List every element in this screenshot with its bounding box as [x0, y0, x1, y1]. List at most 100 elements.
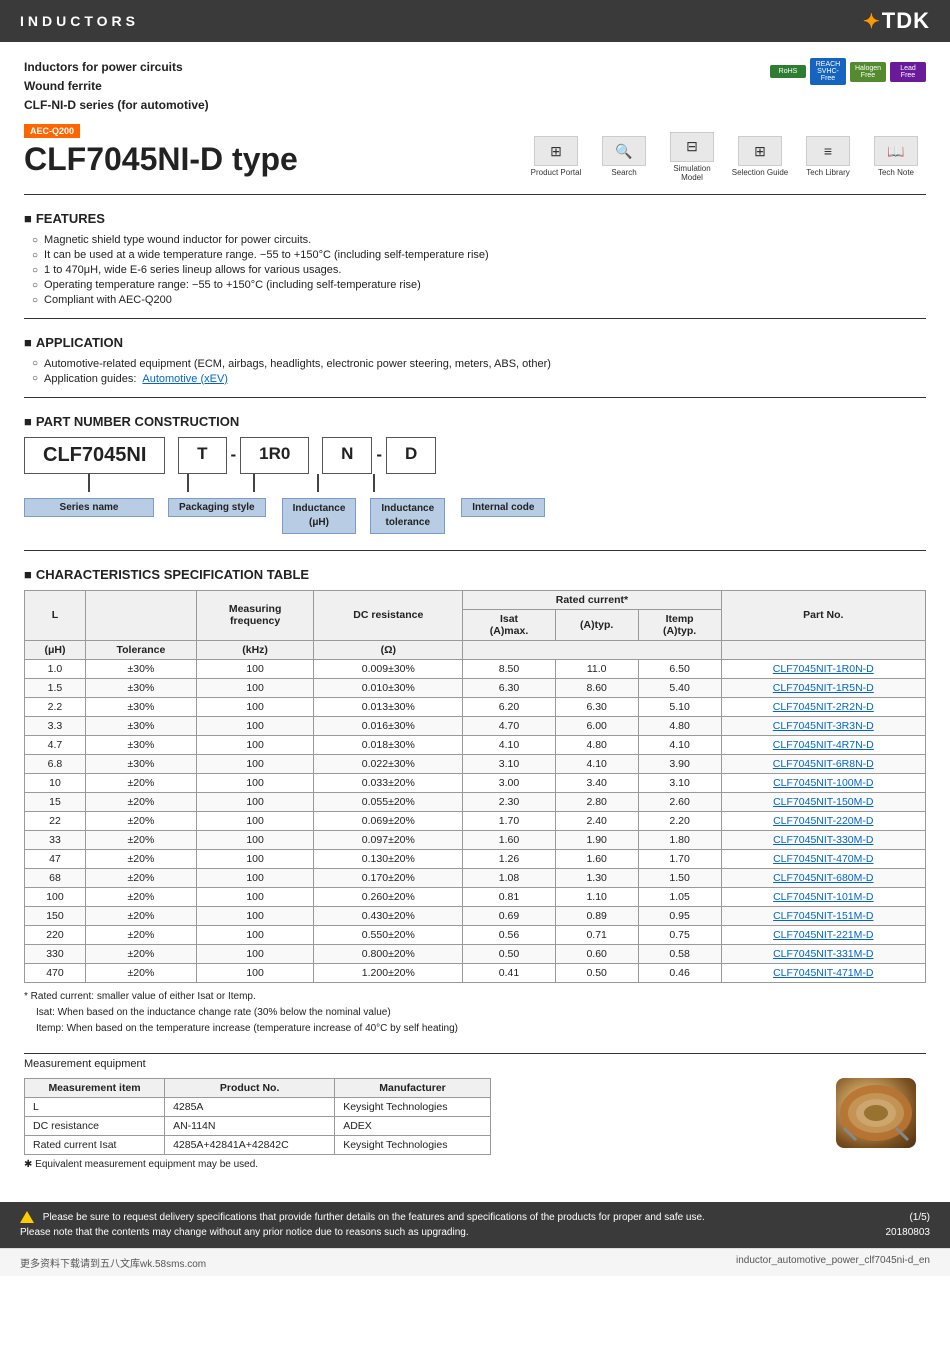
part-number-link[interactable]: CLF7045NIT-1R0N-D	[773, 663, 874, 675]
part-number-link[interactable]: CLF7045NIT-100M-D	[773, 777, 873, 789]
part-number-link[interactable]: CLF7045NIT-1R5N-D	[773, 682, 874, 694]
nav-tech-library[interactable]: ≡ Tech Library	[798, 136, 858, 177]
tdk-star-icon: ✦	[863, 9, 880, 34]
table-cell[interactable]: CLF7045NIT-4R7N-D	[721, 735, 925, 754]
part-number-link[interactable]: CLF7045NIT-151M-D	[773, 910, 873, 922]
table-row: 4.7±30%1000.018±30%4.104.804.10CLF7045NI…	[25, 735, 926, 754]
nav-tech-note[interactable]: 📖 Tech Note	[866, 136, 926, 177]
table-cell[interactable]: CLF7045NIT-470M-D	[721, 849, 925, 868]
part-number-link[interactable]: CLF7045NIT-3R3N-D	[773, 720, 874, 732]
table-cell: ±20%	[85, 906, 196, 925]
table-cell[interactable]: CLF7045NIT-2R2N-D	[721, 697, 925, 716]
table-cell: 0.022±30%	[314, 754, 463, 773]
nav-search[interactable]: 🔍 Search	[594, 136, 654, 177]
table-cell: ±30%	[85, 716, 196, 735]
table-cell[interactable]: CLF7045NIT-331M-D	[721, 944, 925, 963]
page-number: (1/5)	[886, 1212, 931, 1223]
nav-product-portal[interactable]: ⊞ Product Portal	[526, 136, 586, 177]
pnc-label-packaging: Packaging style	[168, 498, 266, 517]
table-cell: DC resistance	[25, 1116, 165, 1135]
feature-item-3: 1 to 470μH, wide E-6 series lineup allow…	[32, 264, 926, 276]
table-row: 47±20%1000.130±20%1.261.601.70CLF7045NIT…	[25, 849, 926, 868]
table-cell: 4.80	[555, 735, 638, 754]
table-cell: 2.60	[638, 792, 721, 811]
search-label: Search	[611, 168, 636, 177]
table-cell[interactable]: CLF7045NIT-150M-D	[721, 792, 925, 811]
table-cell: L	[25, 1097, 165, 1116]
table-cell: ±20%	[85, 887, 196, 906]
features-heading: FEATURES	[24, 211, 926, 226]
part-number-link[interactable]: CLF7045NIT-330M-D	[773, 834, 873, 846]
table-row: 1.5±30%1000.010±30%6.308.605.40CLF7045NI…	[25, 678, 926, 697]
table-cell[interactable]: CLF7045NIT-1R0N-D	[721, 659, 925, 678]
table-cell[interactable]: CLF7045NIT-151M-D	[721, 906, 925, 925]
bottom-bar: 更多资料下载请到五八文库wk.58sms.com inductor_automo…	[0, 1248, 950, 1276]
table-cell[interactable]: CLF7045NIT-680M-D	[721, 868, 925, 887]
part-number-link[interactable]: CLF7045NIT-101M-D	[773, 891, 873, 903]
table-cell: 3.00	[463, 773, 555, 792]
table-cell[interactable]: CLF7045NIT-330M-D	[721, 830, 925, 849]
table-row: 2.2±30%1000.013±30%6.206.305.10CLF7045NI…	[25, 697, 926, 716]
table-cell: 100	[196, 678, 314, 697]
page-footer: Please be sure to request delivery speci…	[0, 1202, 950, 1248]
table-cell: 0.013±30%	[314, 697, 463, 716]
features-list: Magnetic shield type wound inductor for …	[24, 234, 926, 306]
table-cell: 4285A	[165, 1097, 335, 1116]
table-cell[interactable]: CLF7045NIT-100M-D	[721, 773, 925, 792]
table-cell: 0.81	[463, 887, 555, 906]
col-atyp: (A)typ.	[555, 609, 638, 640]
table-cell: 1.200±20%	[314, 963, 463, 982]
product-portal-label: Product Portal	[531, 168, 582, 177]
measurement-left: Measurement equipment Measurement item P…	[24, 1058, 802, 1170]
table-cell[interactable]: CLF7045NIT-221M-D	[721, 925, 925, 944]
table-cell[interactable]: CLF7045NIT-1R5N-D	[721, 678, 925, 697]
list-item: DC resistanceAN-114NADEX	[25, 1116, 491, 1135]
part-number-link[interactable]: CLF7045NIT-150M-D	[773, 796, 873, 808]
table-cell: 0.016±30%	[314, 716, 463, 735]
product-portal-icon: ⊞	[534, 136, 578, 166]
part-number-link[interactable]: CLF7045NIT-470M-D	[773, 853, 873, 865]
table-cell: ADEX	[335, 1116, 491, 1135]
part-number-link[interactable]: CLF7045NIT-4R7N-D	[773, 739, 874, 751]
table-row: 6.8±30%1000.022±30%3.104.103.90CLF7045NI…	[25, 754, 926, 773]
part-number-link[interactable]: CLF7045NIT-6R8N-D	[773, 758, 874, 770]
table-cell: 0.033±20%	[314, 773, 463, 792]
table-cell: 6.30	[463, 678, 555, 697]
table-cell: 5.10	[638, 697, 721, 716]
subtitle-line-3: CLF-NI-D series (for automotive)	[24, 96, 209, 115]
char-heading: CHARACTERISTICS SPECIFICATION TABLE	[24, 567, 926, 582]
table-cell: 4.10	[638, 735, 721, 754]
tdk-logo: ✦ TDK	[863, 8, 930, 34]
part-number-link[interactable]: CLF7045NIT-221M-D	[773, 929, 873, 941]
table-cell: ±30%	[85, 659, 196, 678]
table-cell[interactable]: CLF7045NIT-220M-D	[721, 811, 925, 830]
nav-selection[interactable]: ⊞ Selection Guide	[730, 136, 790, 177]
table-cell[interactable]: CLF7045NIT-101M-D	[721, 887, 925, 906]
part-number-link[interactable]: CLF7045NIT-680M-D	[773, 872, 873, 884]
page-header: INDUCTORS ✦ TDK	[0, 0, 950, 42]
table-cell[interactable]: CLF7045NIT-471M-D	[721, 963, 925, 982]
part-number-link[interactable]: CLF7045NIT-220M-D	[773, 815, 873, 827]
tdk-text: TDK	[882, 8, 930, 34]
automotive-link[interactable]: Automotive (xEV)	[142, 373, 228, 385]
tech-note-label: Tech Note	[878, 168, 914, 177]
table-cell[interactable]: CLF7045NIT-3R3N-D	[721, 716, 925, 735]
table-cell: 2.80	[555, 792, 638, 811]
pnc-internal: D	[386, 437, 436, 474]
part-number-link[interactable]: CLF7045NIT-331M-D	[773, 948, 873, 960]
table-cell[interactable]: CLF7045NIT-6R8N-D	[721, 754, 925, 773]
product-subtitle: Inductors for power circuits Wound ferri…	[24, 58, 209, 116]
nav-simulation[interactable]: ⊟ Simulation Model	[662, 132, 722, 182]
table-cell: 3.90	[638, 754, 721, 773]
table-cell: 0.097±20%	[314, 830, 463, 849]
table-cell: 0.010±30%	[314, 678, 463, 697]
part-number-link[interactable]: CLF7045NIT-471M-D	[773, 967, 873, 979]
pnc-heading: PART NUMBER CONSTRUCTION	[24, 414, 926, 429]
table-row: 1.0±30%1000.009±30%8.5011.06.50CLF7045NI…	[25, 659, 926, 678]
table-cell: 100	[196, 944, 314, 963]
table-cell: 2.40	[555, 811, 638, 830]
pnc-boxes: CLF7045NI T - 1R0 N - D	[24, 437, 926, 474]
table-cell: 1.30	[555, 868, 638, 887]
part-number-link[interactable]: CLF7045NIT-2R2N-D	[773, 701, 874, 713]
table-cell: AN-114N	[165, 1116, 335, 1135]
